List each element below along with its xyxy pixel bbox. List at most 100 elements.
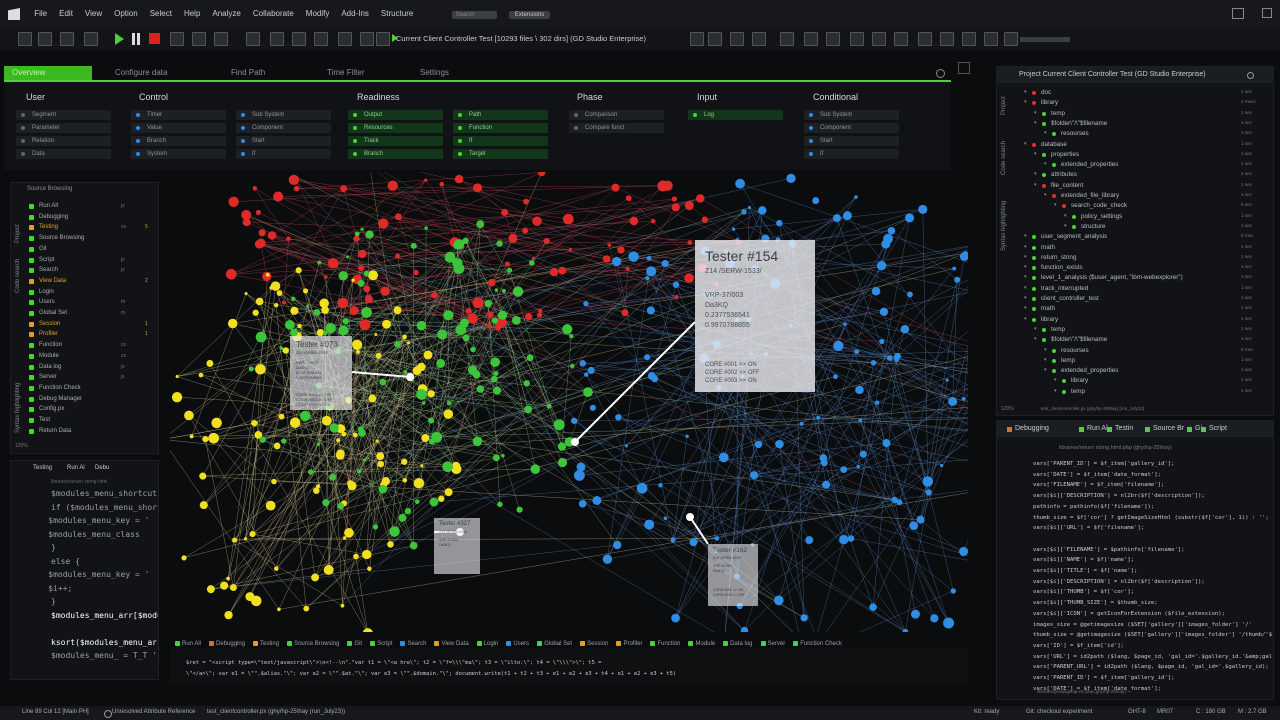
- graph-node[interactable]: [323, 564, 334, 575]
- graph-node[interactable]: [404, 507, 412, 515]
- graph-node[interactable]: [290, 306, 299, 315]
- search-icon[interactable]: [1247, 72, 1254, 79]
- graph-node[interactable]: [265, 500, 276, 511]
- tree-item[interactable]: ▾ $folder\"/\"$filename: [1034, 120, 1107, 127]
- bottom-tab[interactable]: Run All: [175, 640, 201, 647]
- graph-node[interactable]: [402, 334, 407, 340]
- graph-node[interactable]: [219, 581, 229, 590]
- tester-card-327[interactable]: Tester #327 Z14 /SERW-1533/ VRP-37/003 D…: [434, 518, 480, 574]
- menu-item-option[interactable]: Option: [108, 0, 144, 28]
- filter-control-chip[interactable]: Component: [236, 123, 331, 133]
- graph-node[interactable]: [625, 266, 630, 272]
- toolbar-tool-icon[interactable]: [170, 32, 184, 46]
- graph-node[interactable]: [282, 300, 286, 305]
- filter-control-chip[interactable]: Sub System: [236, 110, 331, 120]
- graph-node[interactable]: [265, 272, 270, 277]
- graph-node[interactable]: [416, 320, 427, 331]
- graph-node[interactable]: [786, 173, 796, 183]
- graph-node[interactable]: [368, 270, 379, 281]
- graph-node[interactable]: [189, 434, 194, 439]
- graph-node[interactable]: [731, 227, 736, 231]
- graph-node[interactable]: [184, 410, 194, 421]
- graph-node[interactable]: [621, 309, 629, 317]
- source-item[interactable]: Testing: [29, 224, 58, 231]
- graph-node[interactable]: [421, 434, 430, 443]
- graph-node[interactable]: [211, 417, 222, 429]
- graph-node[interactable]: [424, 226, 428, 230]
- expand-chevron-icon[interactable]: ▾: [1024, 316, 1027, 322]
- expand-chevron-icon[interactable]: ▾: [1034, 171, 1037, 177]
- graph-node[interactable]: [341, 431, 347, 437]
- graph-node[interactable]: [337, 502, 345, 510]
- graph-node[interactable]: [870, 359, 877, 366]
- graph-node[interactable]: [380, 286, 390, 296]
- graph-node[interactable]: [208, 432, 220, 444]
- graph-node[interactable]: [472, 297, 484, 309]
- graph-node[interactable]: [883, 233, 893, 244]
- filter-conditional-chip[interactable]: Sub System: [804, 110, 899, 120]
- toolbar-tool-icon[interactable]: [84, 32, 98, 46]
- filter-user-chip[interactable]: Relation: [16, 136, 111, 146]
- toolbar-tool-icon[interactable]: [894, 32, 908, 46]
- expand-chevron-icon[interactable]: ▾: [1034, 120, 1037, 126]
- graph-node[interactable]: [413, 478, 425, 489]
- graph-node[interactable]: [346, 255, 350, 259]
- menu-item-addins[interactable]: Add-Ins: [335, 0, 375, 28]
- graph-node[interactable]: [952, 266, 957, 271]
- source-item[interactable]: Debugging: [29, 214, 68, 220]
- graph-node[interactable]: [523, 380, 530, 387]
- toolbar-tool-icon[interactable]: [360, 32, 374, 46]
- source-item[interactable]: Data log: [29, 364, 61, 370]
- graph-node[interactable]: [646, 255, 652, 261]
- graph-node[interactable]: [569, 333, 574, 339]
- graph-node[interactable]: [372, 524, 379, 530]
- bottom-tab[interactable]: View Data: [434, 640, 469, 647]
- expand-chevron-icon[interactable]: ▾: [1024, 254, 1027, 260]
- graph-node[interactable]: [959, 546, 968, 556]
- graph-node[interactable]: [484, 299, 492, 308]
- source-item[interactable]: Test: [29, 417, 50, 423]
- toolbar-tool-icon[interactable]: [872, 32, 886, 46]
- graph-node[interactable]: [501, 453, 505, 458]
- graph-node[interactable]: [199, 501, 208, 510]
- toolbar-tool-icon[interactable]: [730, 32, 744, 46]
- graph-node[interactable]: [671, 196, 677, 202]
- graph-node[interactable]: [750, 471, 759, 480]
- graph-node[interactable]: [496, 240, 503, 247]
- graph-node[interactable]: [293, 185, 300, 192]
- tree-item[interactable]: ▾ math: [1024, 305, 1055, 312]
- graph-node[interactable]: [228, 196, 239, 207]
- graph-node[interactable]: [918, 204, 928, 214]
- graph-node[interactable]: [365, 230, 374, 239]
- graph-node[interactable]: [569, 363, 575, 369]
- source-item[interactable]: Login: [29, 289, 54, 295]
- graph-node[interactable]: [570, 417, 578, 424]
- graph-node[interactable]: [402, 477, 408, 483]
- graph-node[interactable]: [427, 417, 435, 424]
- graph-node[interactable]: [271, 478, 277, 485]
- graph-node[interactable]: [302, 288, 309, 294]
- graph-node[interactable]: [476, 385, 485, 393]
- graph-node[interactable]: [359, 319, 371, 331]
- expand-chevron-icon[interactable]: ▾: [1034, 326, 1037, 332]
- expand-chevron-icon[interactable]: ▾: [1024, 295, 1027, 301]
- graph-node[interactable]: [410, 242, 417, 249]
- graph-node[interactable]: [579, 360, 587, 367]
- graph-node[interactable]: [379, 378, 387, 386]
- filter-control-chip[interactable]: Timer: [131, 110, 226, 120]
- side-tab-project-right[interactable]: Project: [1001, 96, 1007, 115]
- graph-node[interactable]: [516, 506, 523, 513]
- graph-node[interactable]: [431, 291, 438, 299]
- graph-node[interactable]: [758, 206, 767, 215]
- graph-node[interactable]: [316, 442, 320, 447]
- menu-item-edit[interactable]: Edit: [53, 0, 79, 28]
- filter-input-chip[interactable]: Log: [688, 110, 783, 120]
- filter-phase-chip[interactable]: Comparison: [569, 110, 664, 120]
- graph-node[interactable]: [855, 385, 864, 395]
- source-item[interactable]: Debug Manager: [29, 396, 82, 402]
- expand-chevron-icon[interactable]: ▾: [1034, 336, 1037, 342]
- graph-node[interactable]: [336, 438, 341, 443]
- expand-chevron-icon[interactable]: ▾: [1024, 233, 1027, 239]
- tree-item[interactable]: ▾ $folder\"/\"$filename: [1034, 336, 1107, 343]
- graph-node[interactable]: [800, 614, 808, 622]
